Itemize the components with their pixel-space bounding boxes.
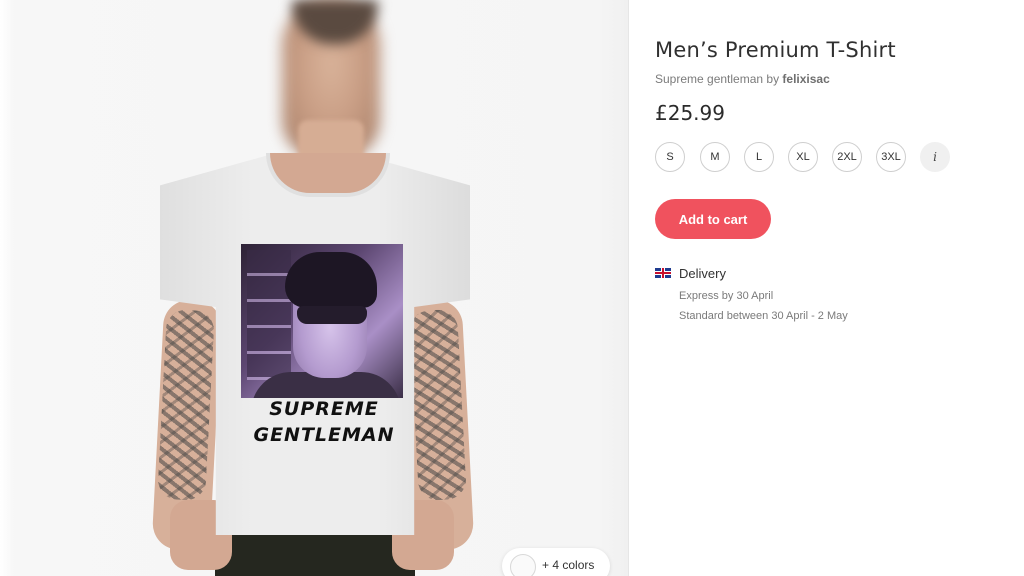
product-subtitle: Supreme gentleman by felixisac [655, 72, 830, 86]
print-caption-line-1: SUPREME [269, 398, 379, 420]
subtitle-text: Supreme gentleman by [655, 72, 783, 86]
size-info-icon[interactable]: i [920, 142, 950, 172]
size-option-3xl[interactable]: 3XL [876, 142, 906, 172]
uk-flag-icon [655, 268, 671, 278]
size-option-2xl[interactable]: 2XL [832, 142, 862, 172]
product-image: SUPREME GENTLEMAN + 4 colors [0, 0, 629, 576]
print-background-window [247, 250, 291, 380]
product-title: Men’s Premium T-Shirt [655, 38, 896, 62]
more-colors-button[interactable]: + 4 colors [502, 548, 610, 576]
right-arm-tattoo [409, 308, 467, 502]
print-caption-line-2: GENTLEMAN [253, 424, 395, 446]
add-to-cart-button[interactable]: Add to cart [655, 199, 771, 239]
left-arm-tattoo [157, 308, 215, 502]
print-sunglasses [297, 306, 367, 324]
print-hair [285, 252, 377, 308]
product-price: £25.99 [655, 101, 725, 125]
size-option-m[interactable]: M [700, 142, 730, 172]
tshirt-print-photo [241, 244, 403, 398]
artist-link[interactable]: felixisac [782, 72, 829, 86]
size-option-s[interactable]: S [655, 142, 685, 172]
size-option-xl[interactable]: XL [788, 142, 818, 172]
delivery-express: Express by 30 April [679, 290, 774, 302]
delivery-title: Delivery [679, 266, 726, 281]
more-colors-label: + 4 colors [542, 558, 595, 572]
color-swatch [510, 554, 536, 576]
delivery-standard: Standard between 30 April - 2 May [679, 310, 848, 322]
size-option-l[interactable]: L [744, 142, 774, 172]
